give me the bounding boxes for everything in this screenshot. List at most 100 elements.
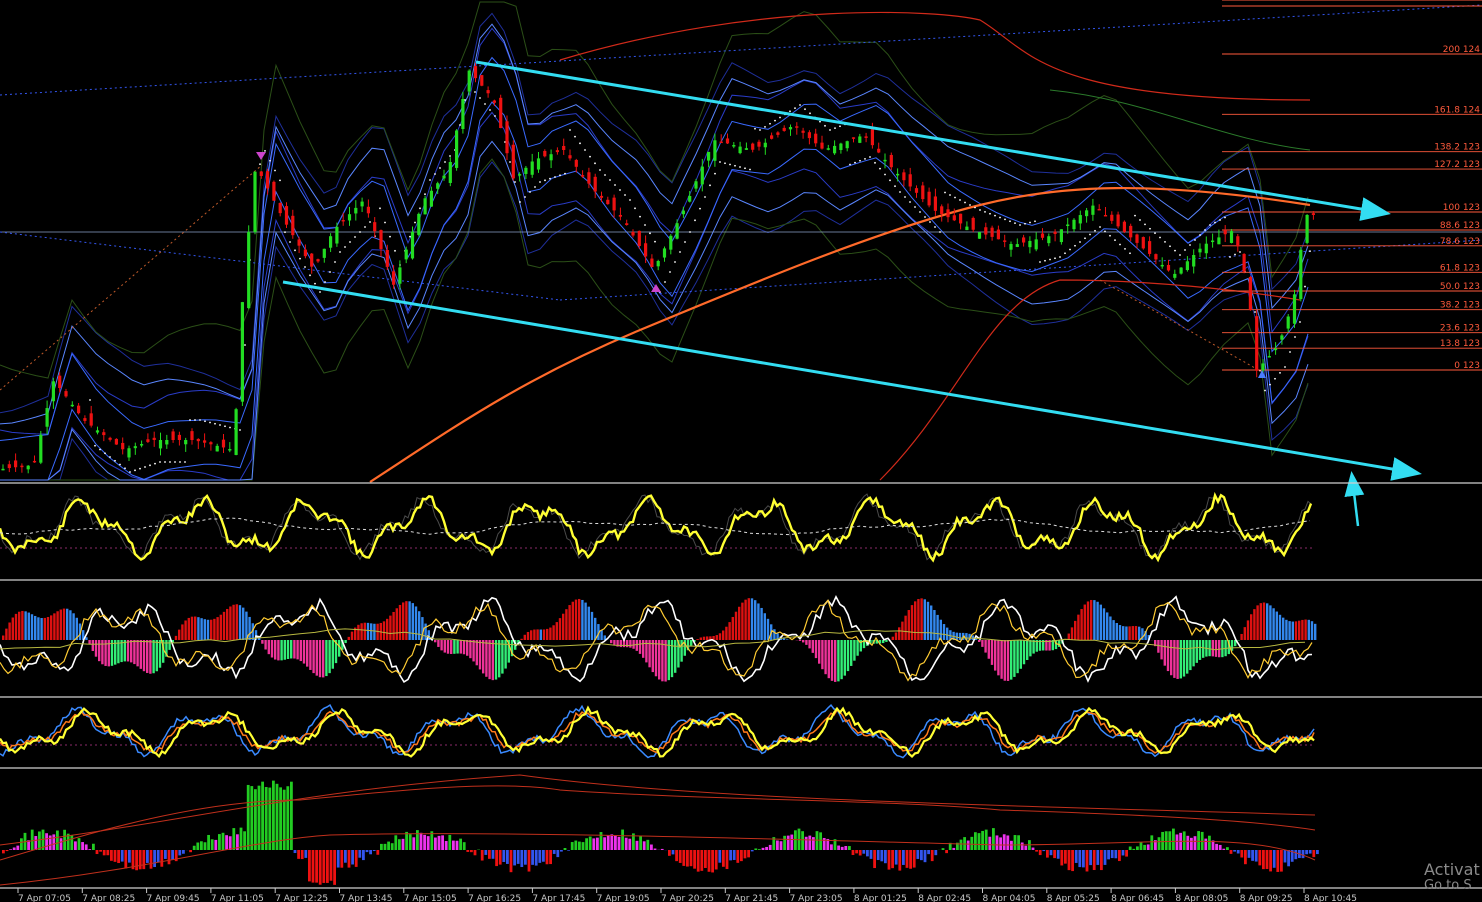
histogram-bar: [740, 850, 743, 862]
psar-dot: [649, 232, 651, 235]
macd-bar: [261, 640, 264, 644]
macd-bar: [389, 615, 392, 640]
histogram-bar: [156, 850, 160, 863]
candle-body: [1141, 237, 1145, 249]
candle-body: [234, 409, 238, 455]
histogram-bar: [747, 850, 750, 858]
candle-body: [650, 258, 654, 267]
histogram-bar: [862, 850, 866, 854]
histogram-bar: [387, 841, 390, 850]
histogram-bar: [1190, 837, 1193, 850]
psar-dot: [934, 226, 936, 228]
psar-dot: [1254, 311, 1256, 313]
macd-bar: [837, 640, 840, 682]
histogram-bar: [470, 850, 473, 853]
histogram-bar: [282, 789, 286, 850]
psar-dot: [1059, 256, 1061, 258]
histogram-bar: [941, 848, 945, 850]
macd-bar: [722, 630, 725, 640]
psar-dot: [939, 231, 941, 233]
psar-dot: [509, 161, 511, 163]
macd-bar: [715, 635, 718, 640]
psar-dot: [364, 226, 366, 228]
histogram-bar: [1316, 850, 1319, 855]
psar-dot: [244, 344, 246, 346]
histogram-bar: [408, 834, 412, 850]
histogram-bar: [1038, 850, 1042, 856]
macd-bar: [328, 640, 331, 674]
histogram-bar: [1114, 850, 1118, 859]
candle-body: [549, 154, 553, 161]
macd-bar: [155, 640, 158, 672]
candle-body: [461, 99, 465, 130]
candle-body: [744, 148, 748, 150]
histogram-bar: [196, 842, 200, 850]
histogram-bar: [549, 850, 552, 865]
histogram-bar: [858, 850, 862, 856]
histogram-bar: [178, 850, 182, 856]
histogram-bar: [588, 836, 592, 850]
time-label: 8 Apr 01:25: [854, 894, 907, 902]
histogram-bar: [1222, 848, 1226, 850]
psar-dot: [354, 236, 356, 238]
psar-dot: [229, 426, 231, 429]
candle-body: [612, 197, 616, 211]
macd-bar: [1074, 620, 1077, 640]
histogram-bar: [714, 850, 718, 870]
candle-body: [221, 439, 226, 448]
psar-dot: [294, 249, 296, 252]
histogram-bar: [520, 850, 524, 868]
candle-body: [486, 90, 490, 94]
psar-dot: [559, 174, 561, 177]
histogram-bar: [866, 850, 869, 857]
histogram-bar: [12, 847, 16, 850]
macd-bar: [994, 640, 997, 671]
histogram-bar: [444, 841, 448, 850]
macd-bar: [798, 640, 802, 641]
histogram-bar: [264, 787, 268, 850]
psar-dot: [334, 261, 336, 263]
candle-body: [1173, 273, 1177, 278]
histogram-bar: [779, 841, 783, 850]
histogram-bar: [1046, 850, 1049, 858]
histogram-bar: [1301, 850, 1305, 859]
histogram-bar: [344, 850, 347, 863]
histogram-bar: [696, 850, 700, 872]
histogram-bar: [455, 840, 459, 850]
histogram-bar: [207, 834, 210, 850]
candle-body: [896, 173, 900, 176]
candle-body: [1059, 229, 1063, 243]
histogram-bar: [718, 850, 722, 863]
histogram-bar: [1265, 850, 1269, 869]
candle-body: [354, 207, 358, 214]
macd-bar: [248, 616, 251, 640]
macd-bar: [1026, 640, 1029, 661]
psar-dot: [969, 204, 971, 206]
histogram-bar: [441, 835, 444, 850]
psar-dot: [319, 291, 321, 293]
histogram-bar: [912, 850, 916, 868]
histogram-bar: [113, 850, 117, 862]
watermark-line2: Go to S: [1424, 878, 1472, 893]
histogram-bar: [405, 831, 408, 850]
candle-body: [574, 159, 578, 167]
candle-body: [316, 259, 320, 262]
candle-body: [347, 214, 352, 221]
macd-bar: [613, 640, 616, 646]
histogram-bar: [218, 834, 221, 850]
macd-bar: [1093, 600, 1096, 640]
macd-bar: [558, 618, 562, 640]
histogram-bar: [909, 850, 912, 869]
histogram-bar: [822, 837, 826, 850]
macd-bar: [222, 611, 226, 640]
histogram-bar: [898, 850, 902, 871]
macd-bar: [59, 609, 62, 640]
psar-dot: [1024, 222, 1026, 225]
histogram-bar: [272, 780, 275, 850]
price-chart[interactable]: 200 124 161.8 124 138.2 123 127.2 123 100 12…: [0, 0, 1482, 902]
time-label: 7 Apr 11:05: [211, 894, 264, 902]
macd-bar: [1016, 640, 1019, 674]
candle-body: [518, 174, 522, 176]
macd-bar: [942, 624, 946, 640]
candle-body: [1305, 215, 1309, 243]
